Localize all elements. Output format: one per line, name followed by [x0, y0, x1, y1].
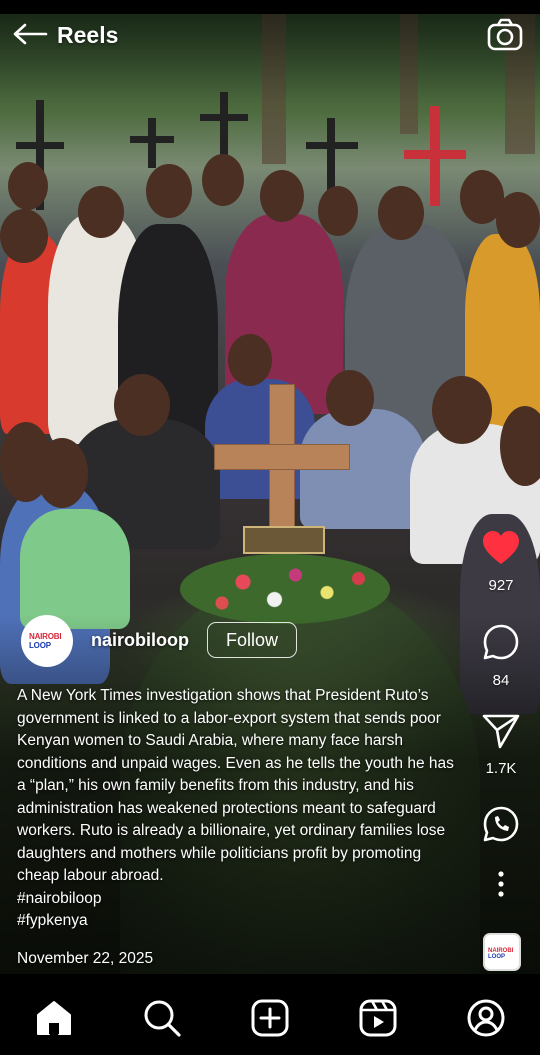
- comment-action: 84: [476, 623, 526, 689]
- status-bar: [0, 0, 540, 14]
- home-icon[interactable]: [34, 998, 74, 1038]
- caption-text: A New York Times investigation shows tha…: [17, 687, 454, 884]
- hashtag-link[interactable]: #nairobiloop: [17, 888, 457, 911]
- search-icon[interactable]: [142, 998, 182, 1038]
- heart-icon[interactable]: [476, 530, 526, 571]
- audio-thumbnail[interactable]: NAIROBI LOOP: [483, 933, 521, 971]
- send-icon[interactable]: [476, 713, 526, 754]
- account-row: NAIROBI LOOP nairobiloop Follow: [21, 615, 321, 667]
- caption[interactable]: A New York Times investigation shows tha…: [17, 685, 457, 933]
- like-action: 927: [476, 530, 526, 594]
- username[interactable]: nairobiloop: [91, 630, 189, 651]
- create-icon[interactable]: [250, 998, 290, 1038]
- share-action: 1.7K: [476, 713, 526, 777]
- reels-header: Reels: [0, 14, 540, 58]
- whatsapp-icon[interactable]: [476, 805, 526, 848]
- page-title: Reels: [57, 22, 119, 48]
- more-options[interactable]: [476, 870, 526, 903]
- comment-count: 84: [492, 672, 510, 689]
- bottom-nav: [0, 974, 540, 1055]
- hashtag-link[interactable]: #fypkenya: [17, 910, 457, 933]
- avatar[interactable]: NAIROBI LOOP: [21, 615, 73, 667]
- share-count: 1.7K: [485, 760, 517, 777]
- audio-logo: NAIROBI LOOP: [488, 948, 514, 960]
- avatar-logo: NAIROBI LOOP: [29, 632, 62, 650]
- reels-icon[interactable]: [358, 998, 398, 1038]
- more-vertical-icon[interactable]: [476, 870, 526, 903]
- profile-icon[interactable]: [466, 998, 506, 1038]
- like-count: 927: [488, 577, 514, 594]
- arrow-left-icon[interactable]: [12, 22, 48, 46]
- follow-button[interactable]: Follow: [207, 622, 297, 658]
- whatsapp-action: [476, 805, 526, 848]
- comment-icon[interactable]: [476, 623, 526, 666]
- camera-icon[interactable]: [486, 18, 524, 52]
- post-date: November 22, 2025: [17, 950, 154, 967]
